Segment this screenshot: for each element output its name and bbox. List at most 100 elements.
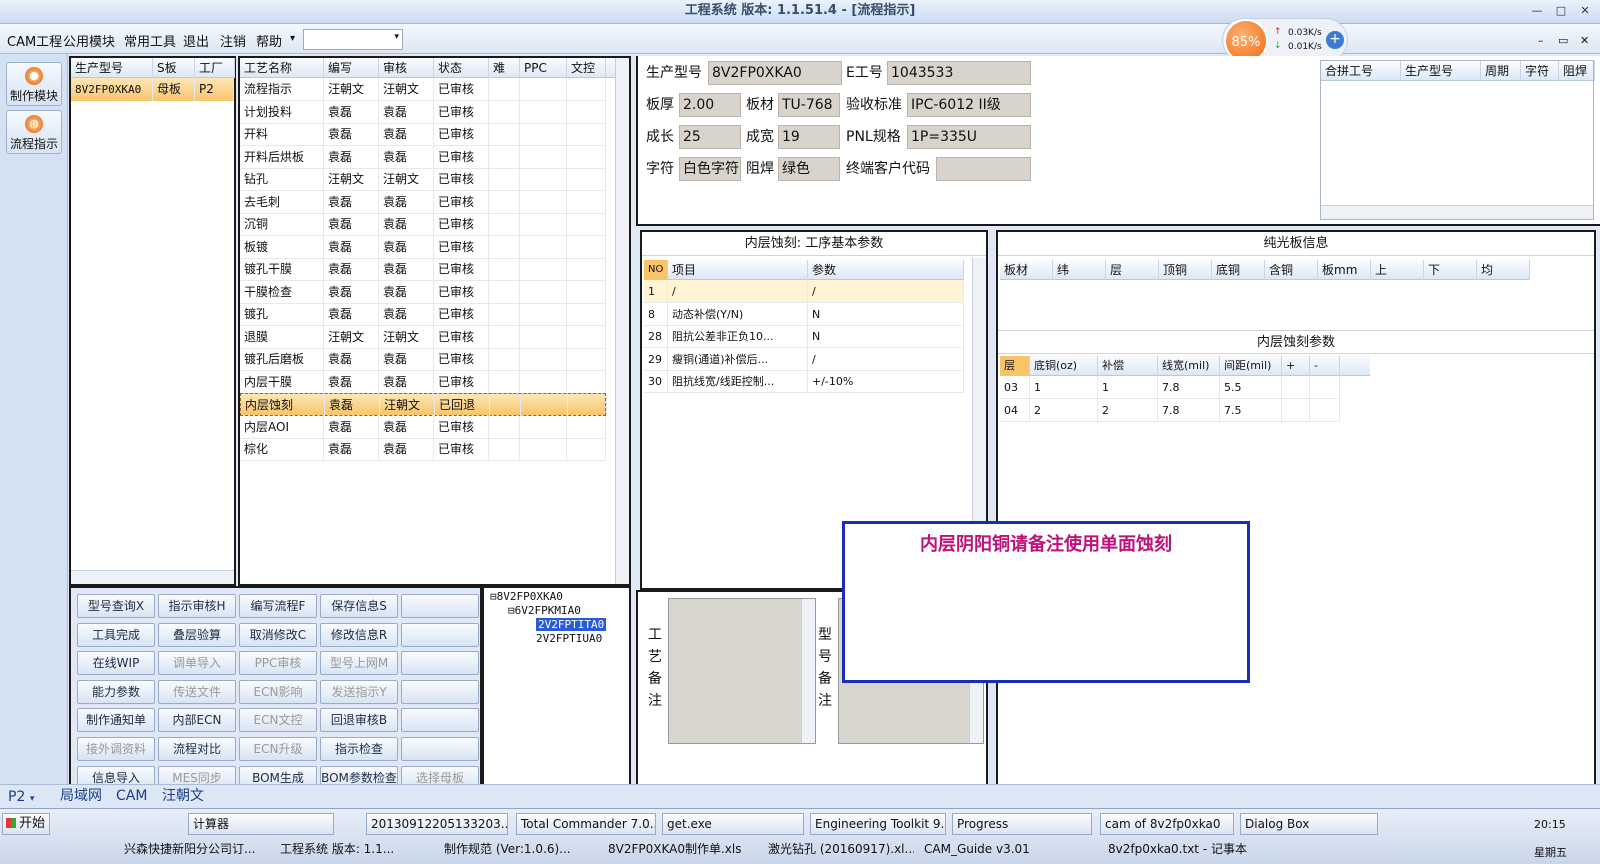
function-button[interactable]: 型号查询X [77,594,155,618]
function-button[interactable]: 修改信息R [320,622,398,647]
function-button[interactable]: 工具完成 [77,622,155,647]
tree-leaf-selected[interactable]: 2V2FPTITA0 [536,618,607,631]
bare-board-col[interactable]: 上 [1371,260,1424,280]
function-button[interactable] [401,708,479,733]
etch-param-col[interactable]: 层 [1000,356,1030,376]
taskbar-item[interactable]: Engineering Toolkit 9.... [810,813,946,835]
col-status[interactable]: 状态 [434,58,489,78]
function-button[interactable]: 指示检查 [320,737,398,761]
col-factory[interactable]: 工厂 [195,58,235,78]
function-button[interactable]: 流程对比 [158,737,236,761]
function-button[interactable]: ECN影响 [239,679,317,704]
v-scrollbar[interactable] [801,599,815,743]
function-button[interactable]: 制作通知单 [77,708,155,733]
taskbar-item[interactable]: 8V2FP0XKA0制作单.xls [604,839,758,861]
status-tab-lan[interactable]: 局域网 [60,786,102,806]
menu-exit[interactable]: 退出 [183,31,209,50]
table-row[interactable]: 计划投料 袁磊 袁磊 已审核 [240,100,606,124]
bare-board-col[interactable]: 顶铜 [1159,260,1212,280]
etch-param-col[interactable]: 底铜(oz) [1030,356,1098,376]
col-reviewer[interactable]: 审核 [379,58,434,78]
table-row[interactable]: 29 瘦铜(通道)补偿后... / [644,347,964,371]
standard-field[interactable]: IPC-6012 II级 [907,93,1031,117]
menu-help[interactable]: 帮助 [256,31,282,50]
bare-board-col[interactable]: 层 [1106,260,1159,280]
function-button[interactable] [401,651,479,676]
table-row[interactable]: 03 1 1 7.8 5.5 [1000,376,1340,399]
col-merge-no[interactable]: 合拼工号 [1321,61,1401,81]
collapse-icon[interactable]: ⊟ [490,590,497,603]
col-merge-mask[interactable]: 阻焊 [1559,61,1595,81]
function-button[interactable] [401,679,479,704]
process-notes-textarea[interactable] [668,598,816,744]
bare-board-col[interactable]: 板mm [1318,260,1371,280]
function-button[interactable]: ECN升级 [239,737,317,761]
col-merge-model[interactable]: 生产型号 [1401,61,1481,81]
function-button[interactable]: 内部ECN [158,708,236,733]
table-row[interactable]: 钻孔 汪朝文 汪朝文 已审核 [240,168,606,191]
col-difficulty[interactable]: 难 [489,58,520,78]
mdi-close-button[interactable]: ✕ [1580,34,1589,47]
table-row[interactable]: 棕化 袁磊 袁磊 已审核 [240,438,606,461]
etch-param-col[interactable]: + [1282,356,1310,376]
tree-leaf[interactable]: 2V2FPTIUA0 [536,632,602,645]
col-doc-control[interactable]: 文控 [567,58,606,78]
table-row[interactable]: 开料后烘板 袁磊 袁磊 已审核 [240,145,606,169]
etch-param-col[interactable]: 间距(mil) [1220,356,1282,376]
function-button[interactable]: 指示审核H [158,594,236,618]
char-field[interactable]: 白色字符 [679,157,741,181]
bare-board-col[interactable]: 板材 [1000,260,1053,280]
function-button[interactable]: 编写流程F [239,594,317,618]
function-button[interactable]: 型号上网M [320,651,398,676]
pnl-field[interactable]: 1P=335U [907,125,1031,149]
etch-param-col[interactable]: 补偿 [1098,356,1158,376]
col-param[interactable]: 参数 [808,260,964,280]
table-row[interactable]: 1// [644,280,964,303]
function-button[interactable]: 保存信息S [320,594,398,618]
table-row[interactable]: 流程指示 汪朝文 汪朝文 已审核 [240,78,606,101]
table-row[interactable]: 镀孔干膜 袁磊 袁磊 已审核 [240,258,606,281]
function-button[interactable]: 叠层验算 [158,622,236,647]
table-row[interactable]: 内层干膜 袁磊 袁磊 已审核 [240,370,606,394]
table-row[interactable]: 8 动态补偿(Y/N) N [644,302,964,326]
tree-root[interactable]: ⊟8V2FP0XKA0 [490,590,563,603]
table-row[interactable]: 内层AOI 袁磊 袁磊 已审核 [240,415,606,439]
function-button[interactable]: 在线WIP [77,651,155,676]
menu-common-tools[interactable]: 常用工具 [124,31,176,50]
function-button[interactable]: 发送指示Y [320,679,398,704]
taskbar-item[interactable]: 20130912205133203... [366,813,508,835]
col-no[interactable]: NO [644,260,668,280]
menu-overflow-icon[interactable]: ▾ [290,33,295,44]
table-row[interactable]: 镀孔后磨板 袁磊 袁磊 已审核 [240,348,606,371]
function-button[interactable]: ECN文控 [239,708,317,733]
taskbar-item[interactable]: 制作规范 (Ver:1.0.6)... [440,839,598,861]
plant-combo[interactable]: P2 ▾ [8,787,34,807]
function-button[interactable]: 能力参数 [77,679,155,704]
bare-board-col[interactable]: 纬 [1053,260,1106,280]
status-tab-cam[interactable]: CAM [116,786,147,806]
table-row[interactable]: 沉铜 袁磊 袁磊 已审核 [240,213,606,236]
table-row[interactable]: 干膜检查 袁磊 袁磊 已审核 [240,280,606,304]
taskbar-item[interactable]: 激光钻孔 (20160917).xl... [764,839,914,861]
function-button[interactable]: 回退审核B [320,708,398,733]
customer-code-field[interactable] [936,157,1031,181]
taskbar-item[interactable]: 兴森快捷新阳分公司订... [120,839,270,861]
mask-field[interactable]: 绿色 [778,157,840,181]
function-button[interactable]: 传送文件 [158,679,236,704]
sidebar-item-process-guide[interactable]: ◍ 流程指示 [6,110,62,154]
col-writer[interactable]: 编写 [324,58,379,78]
minimize-button[interactable]: — [1528,3,1546,19]
function-button[interactable]: 取消修改C [239,622,317,647]
thickness-field[interactable]: 2.00 [679,93,741,117]
h-scrollbar[interactable] [1321,205,1593,219]
length-field[interactable]: 25 [679,125,741,149]
col-process-name[interactable]: 工艺名称 [240,58,324,78]
e-field[interactable]: 1043533 [887,61,1031,85]
table-row[interactable]: 内层蚀刻 袁磊 汪朝文 已回退 [240,393,607,417]
taskbar-item[interactable]: 计算器 [188,813,334,835]
bare-board-col[interactable]: 下 [1424,260,1477,280]
taskbar-item[interactable]: Dialog Box [1240,813,1378,835]
table-row[interactable]: 镀孔 袁磊 袁磊 已审核 [240,303,606,326]
tree-child[interactable]: ⊟6V2FPKMIA0 [508,604,581,617]
table-row[interactable]: 04 2 2 7.8 7.5 [1000,398,1340,422]
